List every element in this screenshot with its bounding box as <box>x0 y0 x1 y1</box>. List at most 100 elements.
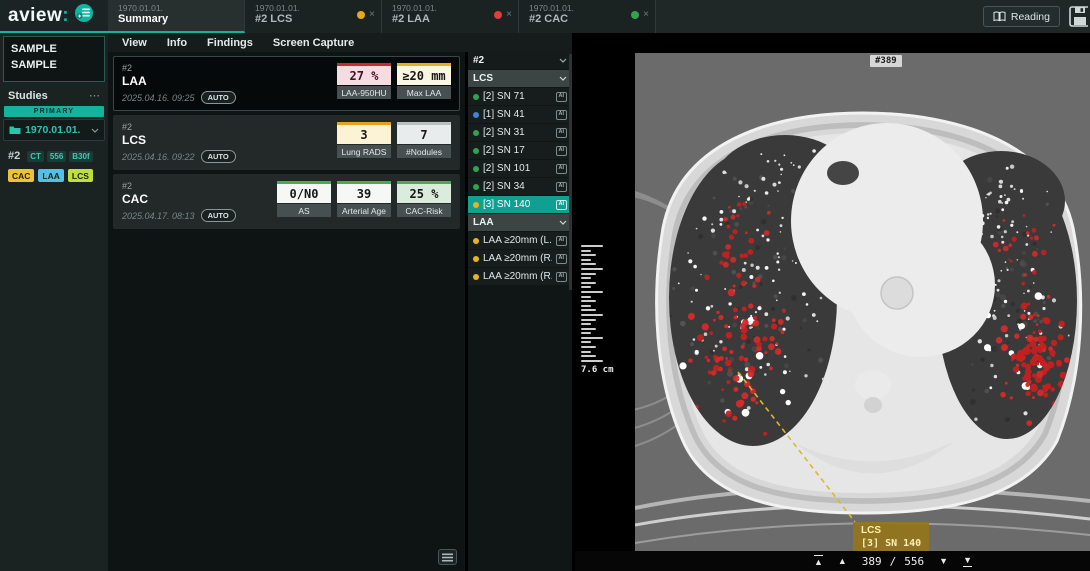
finding-label: [2] SN 31 <box>483 127 552 138</box>
metric-value: 0/N0 <box>277 181 331 203</box>
topbar-actions: Reading <box>983 0 1090 33</box>
ai-badge: AI <box>556 110 568 120</box>
laa-group-select[interactable]: LAA <box>468 214 572 231</box>
chevron-down-icon <box>559 220 567 225</box>
modality-badge-cac[interactable]: CAC <box>8 169 34 182</box>
finding-label: [2] SN 17 <box>483 145 552 156</box>
metric-label: CAC-Risk <box>397 204 451 217</box>
save-button[interactable] <box>1068 6 1088 27</box>
auto-chip: AUTO <box>201 91 236 104</box>
finding-item[interactable]: [2] SN 101 AI <box>468 160 572 177</box>
laa-finding-list: LAA ≥20mm (L... AI LAA ≥20mm (R... AI LA… <box>468 232 572 285</box>
reading-button-label: Reading <box>1011 11 1050 23</box>
finding-item[interactable]: LAA ≥20mm (R... AI <box>468 250 572 267</box>
patient-info-box[interactable]: SAMPLE SAMPLE <box>3 36 105 82</box>
finding-item[interactable]: LAA ≥20mm (R... AI <box>468 268 572 285</box>
card-metrics: 27 % LAA-950HU ≥20 mm Max LAA <box>337 63 451 104</box>
left-sidebar: SAMPLE SAMPLE Studies ⋯ PRIMARY 1970.01.… <box>0 33 108 571</box>
card-datetime: 2025.04.16. 09:22 <box>122 152 195 162</box>
nodule-annotation[interactable]: LCS [3] SN 140 <box>853 522 929 553</box>
primary-badge: PRIMARY <box>4 106 104 117</box>
menu-item-findings[interactable]: Findings <box>207 37 253 49</box>
finding-item[interactable]: [2] SN 34 AI <box>468 178 572 195</box>
finding-item[interactable]: [2] SN 17 AI <box>468 142 572 159</box>
first-slice-button[interactable]: ▲ <box>814 555 823 567</box>
logo-area: aview: <box>0 0 108 33</box>
menu-item-screen-capture[interactable]: Screen Capture <box>273 37 354 49</box>
menu-item-info[interactable]: Info <box>167 37 187 49</box>
series-info-row[interactable]: #2 CT556B30f <box>0 143 108 165</box>
card-name: LCS <box>122 133 236 148</box>
series-select[interactable]: #2 <box>468 52 572 69</box>
card-series: #2 <box>122 122 236 133</box>
card-name: CAC <box>122 192 236 207</box>
close-icon[interactable]: × <box>369 10 375 20</box>
auto-chip: AUTO <box>201 209 236 222</box>
close-icon[interactable]: × <box>506 10 512 20</box>
metric-value: 25 % <box>397 181 451 203</box>
reading-button[interactable]: Reading <box>983 6 1060 27</box>
metric: 7 #Nodules <box>397 122 451 158</box>
card-metrics: 0/N0 AS 39 Arterial Age 25 % CAC-Risk <box>277 181 451 222</box>
patient-tab[interactable]: 1970.01.01. #2 LAA × <box>382 0 519 33</box>
finding-item[interactable]: [2] SN 31 AI <box>468 124 572 141</box>
previous-slice-button[interactable]: ▲ <box>838 556 847 566</box>
metric-label: AS <box>277 204 331 217</box>
series-tag: 556 <box>47 151 66 162</box>
menu-bar: View Info Findings Screen Capture <box>108 33 572 52</box>
annotation-group: LCS <box>861 524 921 537</box>
finding-dot <box>473 166 479 172</box>
chevron-down-icon <box>559 76 567 81</box>
close-icon[interactable]: × <box>643 10 649 20</box>
studies-more-icon[interactable]: ⋯ <box>89 89 100 102</box>
metric: 25 % CAC-Risk <box>397 181 451 217</box>
tab-label: #2 CAC <box>529 13 647 26</box>
metric-label: Lung RADS <box>337 145 391 158</box>
ct-image[interactable] <box>635 53 1090 551</box>
summary-card-lcs[interactable]: #2 LCS 2025.04.16. 09:22 AUTO 3 Lung RAD… <box>113 115 460 170</box>
summary-card-laa[interactable]: #2 LAA 2025.04.16. 09:25 AUTO 27 % LAA-9… <box>113 56 460 111</box>
series-number: #2 <box>8 150 20 162</box>
finding-item[interactable]: [2] SN 71 AI <box>468 88 572 105</box>
finding-label: [2] SN 101 <box>483 163 552 174</box>
patient-tab[interactable]: 1970.01.01. #2 LCS × <box>245 0 382 33</box>
ct-viewer[interactable]: #389 7.6 cm LCS [3] SN 140 ▲ ▲ 389 / 556… <box>575 33 1090 571</box>
modality-badge-laa[interactable]: LAA <box>38 169 63 182</box>
finding-item[interactable]: [1] SN 41 AI <box>468 106 572 123</box>
modality-badges: CAC LAA LCS <box>0 165 108 186</box>
report-list-button[interactable] <box>438 549 457 565</box>
card-series: #2 <box>122 181 236 192</box>
last-slice-button[interactable]: ▼ <box>963 555 972 567</box>
nodule-list: [2] SN 71 AI [1] SN 41 AI [2] SN 31 AI [… <box>468 88 572 213</box>
ai-badge: AI <box>556 182 568 192</box>
menu-item-view[interactable]: View <box>122 37 147 49</box>
panel-scrollbar[interactable] <box>569 54 572 290</box>
ai-badge: AI <box>556 146 568 156</box>
ai-badge: AI <box>556 164 568 174</box>
patient-tab[interactable]: 1970.01.01. #2 CAC × <box>519 0 656 33</box>
patient-tab[interactable]: 1970.01.01. Summary <box>108 0 245 33</box>
total-slices: 556 <box>904 555 924 568</box>
finding-dot <box>473 238 479 244</box>
finding-label: LAA ≥20mm (R... <box>483 253 552 264</box>
study-folder-row[interactable]: 1970.01.01. <box>3 119 105 141</box>
patient-id: SAMPLE <box>11 57 97 73</box>
finding-label: LAA ≥20mm (L... <box>483 235 552 246</box>
metric: 39 Arterial Age <box>337 181 391 217</box>
modality-badge-lcs[interactable]: LCS <box>68 169 93 182</box>
study-date: 1970.01.01. <box>25 124 87 136</box>
status-dot <box>631 11 639 19</box>
summary-card-cac[interactable]: #2 CAC 2025.04.17. 08:13 AUTO 0/N0 AS 39… <box>113 174 460 229</box>
finding-item[interactable]: LAA ≥20mm (L... AI <box>468 232 572 249</box>
current-slice: 389 <box>862 555 882 568</box>
list-icon <box>442 553 453 562</box>
lcs-group-select[interactable]: LCS <box>468 70 572 87</box>
next-slice-button[interactable]: ▼ <box>939 556 948 566</box>
ai-badge: AI <box>556 236 568 246</box>
finding-label: LAA ≥20mm (R... <box>483 271 552 282</box>
logo-list-icon <box>74 3 94 28</box>
series-tag: B30f <box>69 151 92 162</box>
finding-item[interactable]: [3] SN 140 AI <box>468 196 572 213</box>
metric-label: Arterial Age <box>337 204 391 217</box>
ai-badge: AI <box>556 92 568 102</box>
